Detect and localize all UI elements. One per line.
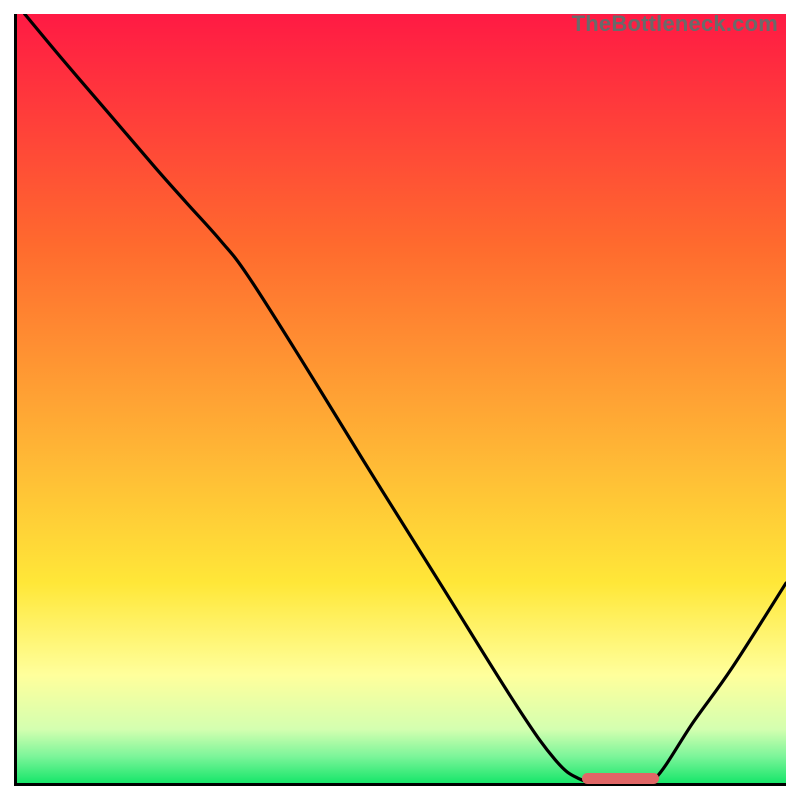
plot-area: TheBottleneck.com [14, 14, 786, 786]
bottleneck-chart: TheBottleneck.com [0, 0, 800, 800]
watermark-text: TheBottleneck.com [572, 11, 778, 37]
bottleneck-curve [17, 14, 786, 783]
optimal-range-marker [582, 773, 659, 784]
